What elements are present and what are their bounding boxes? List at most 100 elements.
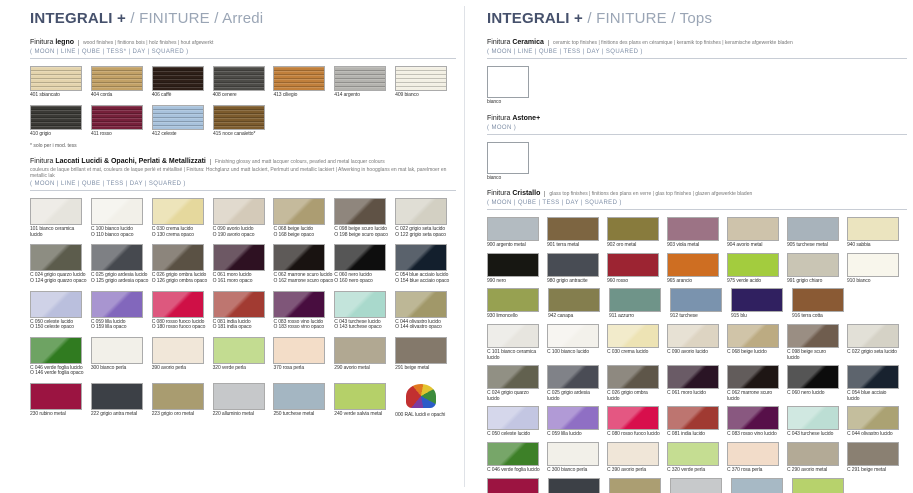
swatch-label-line: C 100 bianco lucido [547,350,606,356]
color-swatch [487,478,539,493]
swatch-label: 916 terra cotta [792,314,852,320]
swatch-cell: 965 arancio [667,253,726,285]
swatch-label: C 090 avorio lucidoO 190 avorio opaco [213,227,273,238]
color-swatch [547,217,599,241]
swatch-label-line: 000 RAL lucidi e opachi [395,413,455,419]
color-swatch [395,337,447,364]
section-heading: FinituraCristalloglass top finishes | fi… [487,190,907,198]
color-swatch [91,383,143,410]
swatch-label-line: bianco [487,176,547,182]
color-swatch [667,217,719,241]
color-swatch [213,105,265,130]
swatch-label: C 062 marrone scurolucido [727,391,786,402]
swatch-cell: 240 verde salvia metal [334,383,394,419]
color-swatch [395,384,447,411]
swatch-label-line: lucido [727,397,786,403]
swatch-label: C 030 crema lucido [607,350,666,356]
section-heading: Finituralegnowood finishes | finitions b… [30,39,456,47]
swatch-label-line: C 300 bianco perla [547,468,606,474]
swatch-label: 901 terra metal [547,243,606,249]
swatch-label-line: C 030 crema lucido [607,350,666,356]
swatch-cell: 408 cenere [213,66,273,99]
swatch-label: 942 canapa [548,314,608,320]
section-title-prefix: Finitura [487,39,510,46]
color-swatch [395,244,447,271]
swatch-cell: 975 verde acido [727,253,786,285]
swatch-cell: 414 argento [334,66,394,99]
swatch-cell: C 054 blue acciaiolucido [847,365,906,402]
swatch-cell: 916 terra cotta [792,288,852,320]
section-title: Laccati Lucidi & Opachi, Perlati & Metal… [55,158,206,165]
color-swatch [91,337,143,364]
swatch-row: 930 limoncello942 canapa911 azzurro912 t… [487,288,907,320]
swatch-label: 408 cenere [213,93,273,99]
swatch-label-line: 904 avorio metal [727,243,786,249]
swatch-row: bianco [487,142,907,182]
swatch-cell: C 061 moro lucidoO 161 moro opaco [213,244,273,284]
swatch-label-line: C 068 beige lucido [727,350,786,356]
section-laccati: FinituraLaccati Lucidi & Opachi, Perlati… [30,158,456,418]
swatch-cell: 320 verde perla [213,337,273,377]
swatch-label: 240 verde salvia metal [334,412,394,418]
swatch-label: C 030 crema lucidoO 130 crema opaco [152,227,212,238]
color-swatch [847,253,899,277]
swatch-label: C 044 olivastro lucido [847,432,906,438]
swatch-label-line: 406 caffè [152,93,212,99]
swatch-cell: C 080 rosso fuoco lucidoO 180 rosso fuoc… [152,291,212,331]
swatch-label-line: 250 turchese metal [273,412,333,418]
swatch-label-line: 222 grigio antra metal [91,412,151,418]
color-swatch [213,337,265,364]
section-divider-rule [487,134,907,135]
swatch-label-line: 965 arancio [667,279,726,285]
swatch-label-line: C 390 avorio perla [607,468,666,474]
color-swatch [487,442,539,466]
swatch-cell: 220 alluminio metal [213,383,273,419]
swatch-label: 250 turchese metal [273,412,333,418]
swatch-label: C 059 lilla lucido [547,432,606,438]
color-swatch [847,406,899,430]
section-subtitle-2: couleurs de laque brillant et mat, coule… [30,167,456,179]
swatch-label-line: 320 verde perla [213,366,273,372]
swatch-label: 412 celeste [152,132,212,138]
sections: FinituraCeramicaceramic top finishes | f… [487,39,907,493]
swatch-label: C 081 india lucidoO 181 india opaco [213,320,273,331]
section-title-prefix: Finitura [30,39,53,46]
swatch-cell: C 062 marrone scurolucido [727,365,786,402]
color-swatch [670,288,722,312]
swatch-label: C 061 moro lucidoO 161 moro opaco [213,273,273,284]
swatch-label: 910 bianco [847,279,906,285]
color-swatch [30,66,82,91]
swatch-label: 413 ciliegio [273,93,333,99]
swatch-label: 300 bianco perla [91,366,151,372]
swatch-cell: C 083 rosso vino lucido [727,406,786,438]
swatch-cell: 250 turchese metal [273,383,333,419]
color-swatch [847,217,899,241]
color-swatch [731,478,783,493]
swatch-label: 220 alluminio metal [213,412,273,418]
color-swatch [607,253,659,277]
swatch-label: C 370 rosa perla [727,468,786,474]
color-swatch [152,66,204,91]
swatch-cell: C 059 lilla lucido [547,406,606,438]
swatch-cell: C 044 olivastro lucido [847,406,906,438]
color-swatch [152,244,204,271]
panel-arredi: INTEGRALI + / FINITURE / Arredi Finitura… [30,10,456,428]
swatch-label-line: 413 ciliegio [273,93,333,99]
color-swatch [667,442,719,466]
color-swatch [727,442,779,466]
swatch-cell: C 223 grigio oro metal [609,478,669,493]
swatch-label: C 025 grigio ardesia lucidoO 125 grigio … [91,273,151,284]
color-swatch [91,291,143,318]
swatch-label-line: O 159 lilla opaco [91,325,151,331]
swatch-label: C 026 grigio ombralucido [607,391,666,402]
swatch-label-line: 390 avorio perla [152,366,212,372]
section-subtitle: wood finishes | finitions bois | holz fi… [78,40,213,46]
swatch-cell: C 250 turchese metal [731,478,791,493]
color-swatch [847,324,899,348]
swatch-label: C 100 bianco lucido [547,350,606,356]
swatch-cell: 930 limoncello [487,288,547,320]
swatch-label-line: C 291 beige metal [847,468,906,474]
swatch-label-line: 291 beige metal [395,366,455,372]
swatch-label-line: C 046 verde foglia lucido [487,468,546,474]
color-swatch [152,105,204,130]
